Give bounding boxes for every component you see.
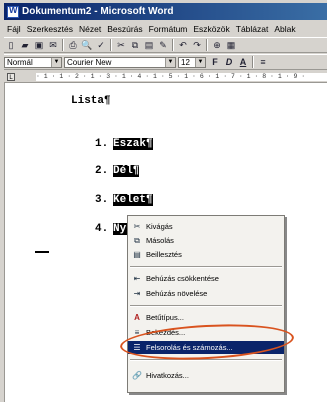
word-window: Dokumentum2 - Microsoft Word Fájl Szerke…	[0, 0, 327, 402]
menu-view[interactable]: Nézet	[76, 24, 104, 34]
tables-borders-icon[interactable]: ▦	[225, 39, 237, 51]
menu-item-cut[interactable]: ✂ Kivágás	[128, 220, 284, 233]
increase-indent-icon: ⇥	[133, 289, 141, 298]
menu-format[interactable]: Formátum	[146, 24, 191, 34]
menu-tools[interactable]: Eszközök	[190, 24, 232, 34]
style-value: Normál	[7, 57, 33, 67]
print-icon[interactable]: ⎙	[67, 39, 79, 51]
copy-icon[interactable]: ⧉	[129, 39, 141, 51]
decrease-indent-icon: ⇤	[133, 274, 141, 283]
hyperlink-icon: 🔗	[132, 371, 142, 380]
menu-window[interactable]: Ablak	[271, 24, 298, 34]
menu-item-hyperlink[interactable]: 🔗 Hivatkozás...	[128, 369, 284, 382]
standard-toolbar: ▯ ▰ ▣ ✉ ⎙ 🔍 ✓ ✂ ⧉ ▤ ✎ ↶ ↷ ⊕ ▦	[4, 37, 327, 53]
list-item-number: 3.	[95, 194, 109, 206]
style-select[interactable]: Normál ▼	[4, 56, 62, 68]
menu-insert[interactable]: Beszúrás	[104, 24, 145, 34]
menu-item-label: Behúzás csökkentése	[146, 274, 219, 283]
menu-item-label: Hivatkozás...	[146, 371, 189, 380]
word-app-icon	[7, 5, 19, 18]
menu-table[interactable]: Táblázat	[233, 24, 272, 34]
menu-item-label: Kivágás	[146, 222, 173, 231]
ruler: L · 1 · 1 · 2 · 1 · 3 · 1 · 4 · 1 · 5 · …	[4, 71, 327, 83]
context-menu: ✂ Kivágás ⧉ Másolás ▤ Beillesztés ⇤ Behú…	[127, 215, 285, 393]
hyperlink-icon[interactable]: ⊕	[211, 39, 223, 51]
save-icon[interactable]: ▣	[33, 39, 45, 51]
open-folder-icon[interactable]: ▰	[19, 39, 31, 51]
format-painter-icon[interactable]: ✎	[157, 39, 169, 51]
italic-button[interactable]: D	[223, 56, 235, 68]
tab-selector-icon[interactable]: L	[7, 73, 15, 81]
toolbar-separator	[172, 39, 174, 51]
menu-separator	[130, 305, 282, 307]
ruler-scale: · 1 · 1 · 2 · 1 · 3 · 1 · 4 · 1 · 5 · 1 …	[36, 73, 327, 81]
align-left-icon[interactable]: ≡	[257, 56, 269, 68]
document-heading: Lista¶	[71, 95, 111, 107]
list-item-number: 4.	[95, 223, 109, 235]
menu-separator	[130, 266, 282, 268]
menu-item-label: Beillesztés	[146, 250, 182, 259]
new-document-icon[interactable]: ▯	[5, 39, 17, 51]
cut-icon[interactable]: ✂	[115, 39, 127, 51]
toolbar-separator	[110, 39, 112, 51]
undo-icon[interactable]: ↶	[177, 39, 189, 51]
menu-bar: Fájl Szerkesztés Nézet Beszúrás Formátum…	[4, 21, 327, 36]
menu-item-label: Behúzás növelése	[146, 289, 208, 298]
copy-icon: ⧉	[134, 235, 140, 245]
menu-file[interactable]: Fájl	[4, 24, 24, 34]
spelling-icon[interactable]: ✓	[95, 39, 107, 51]
paste-icon[interactable]: ▤	[143, 39, 155, 51]
formatting-toolbar: Normál ▼ Courier New ▼ 12 ▼ F D A ≡	[4, 54, 327, 70]
font-icon: A	[134, 313, 140, 322]
scissors-icon: ✂	[133, 222, 141, 231]
window-title: Dokumentum2 - Microsoft Word	[22, 6, 174, 17]
font-value: Courier New	[67, 57, 112, 67]
redo-icon[interactable]: ↷	[191, 39, 203, 51]
menu-edit[interactable]: Szerkesztés	[24, 24, 76, 34]
font-size-select[interactable]: 12 ▼	[178, 56, 206, 68]
menu-item-font[interactable]: A Betűtípus...	[128, 311, 284, 324]
list-item-text[interactable]: Dél¶	[113, 165, 140, 177]
print-preview-icon[interactable]: 🔍	[81, 39, 93, 51]
menu-item-paste[interactable]: ▤ Beillesztés	[128, 248, 284, 261]
list-item-text[interactable]: Észak¶	[113, 138, 153, 150]
menu-item-decrease-indent[interactable]: ⇤ Behúzás csökkentése	[128, 272, 284, 285]
font-select[interactable]: Courier New ▼	[64, 56, 176, 68]
list-item-number: 2.	[95, 165, 109, 177]
menu-item-label: Másolás	[146, 236, 174, 245]
menu-item-label: Betűtípus...	[146, 313, 184, 322]
chevron-down-icon: ▼	[165, 57, 175, 67]
menu-item-increase-indent[interactable]: ⇥ Behúzás növelése	[128, 287, 284, 300]
toolbar-separator	[206, 39, 208, 51]
toolbar-separator	[252, 56, 254, 68]
list-item-number: 1.	[95, 138, 109, 150]
chevron-down-icon: ▼	[51, 57, 61, 67]
text-insertion-marker	[35, 251, 49, 253]
paste-icon: ▤	[133, 250, 141, 259]
menu-separator	[130, 359, 282, 361]
toolbar-separator	[62, 39, 64, 51]
chevron-down-icon: ▼	[195, 57, 205, 67]
bold-button[interactable]: F	[209, 56, 221, 68]
menu-item-copy[interactable]: ⧉ Másolás	[128, 234, 284, 247]
underline-button[interactable]: A	[237, 56, 249, 68]
list-item-text[interactable]: Kelet¶	[113, 194, 153, 206]
email-icon[interactable]: ✉	[47, 39, 59, 51]
font-size-value: 12	[181, 57, 190, 67]
title-bar: Dokumentum2 - Microsoft Word	[4, 3, 327, 20]
